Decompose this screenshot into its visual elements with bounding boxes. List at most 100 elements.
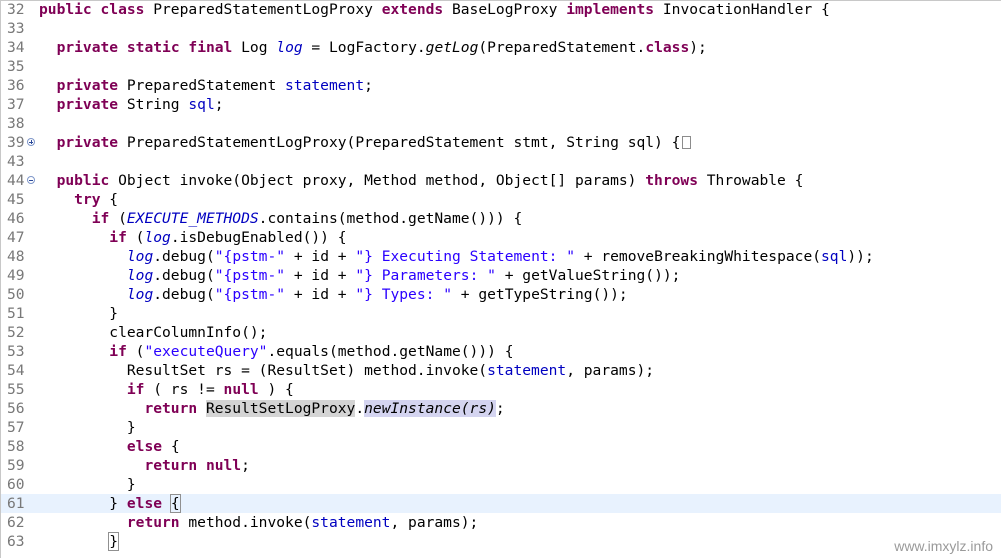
code-token-kw: class bbox=[100, 1, 145, 18]
code-token-kw: extends bbox=[381, 1, 444, 18]
code-token-str: "} Parameters: " bbox=[355, 267, 496, 284]
code-text: } bbox=[39, 304, 118, 323]
code-line[interactable]: 49 log.debug("{pstm-" + id + "} Paramete… bbox=[1, 266, 1001, 285]
line-number: 56 bbox=[7, 400, 25, 417]
code-line[interactable]: 34 private static final Log log = LogFac… bbox=[1, 38, 1001, 57]
code-line[interactable]: 46 if (EXECUTE_METHODS.contains(method.g… bbox=[1, 209, 1001, 228]
line-number: 37 bbox=[7, 96, 25, 113]
code-token-kw: if bbox=[109, 343, 127, 360]
code-line[interactable]: 47 if (log.isDebugEnabled()) { bbox=[1, 228, 1001, 247]
code-token: PreparedStatementLogProxy(PreparedStatem… bbox=[118, 134, 681, 151]
code-line[interactable]: 35 bbox=[1, 57, 1001, 76]
line-number: 47 bbox=[7, 229, 25, 246]
line-number: 58 bbox=[7, 438, 25, 455]
line-number: 57 bbox=[7, 419, 25, 436]
code-line[interactable]: 51 } bbox=[1, 304, 1001, 323]
code-token: BaseLogProxy bbox=[443, 1, 567, 18]
code-line[interactable]: 57 } bbox=[1, 418, 1001, 437]
line-number: 36 bbox=[7, 77, 25, 94]
code-line[interactable]: 39 private PreparedStatementLogProxy(Pre… bbox=[1, 133, 1001, 152]
code-text: public class PreparedStatementLogProxy e… bbox=[39, 1, 830, 19]
line-number: 60 bbox=[7, 476, 25, 493]
code-token-kw: static bbox=[126, 39, 180, 56]
code-token: Log bbox=[232, 39, 277, 56]
code-token: Throwable { bbox=[697, 172, 804, 189]
code-line[interactable]: 53 if ("executeQuery".equals(method.getN… bbox=[1, 342, 1001, 361]
line-number: 53 bbox=[7, 343, 25, 360]
code-editor[interactable]: 32 public class PreparedStatementLogProxy… bbox=[0, 0, 1001, 558]
expand-fold-icon[interactable] bbox=[27, 138, 35, 146]
code-token-sfld: log bbox=[144, 229, 171, 246]
code-token-kw: implements bbox=[566, 1, 655, 18]
code-token-brk: { bbox=[169, 494, 181, 513]
code-token: .equals(method.getName())) { bbox=[267, 343, 514, 360]
code-token: ; bbox=[214, 96, 224, 113]
code-line[interactable]: 33 bbox=[1, 19, 1001, 38]
line-number: 49 bbox=[7, 267, 25, 284]
text-caret bbox=[179, 495, 181, 511]
code-line[interactable]: 60 } bbox=[1, 475, 1001, 494]
collapse-fold-icon[interactable] bbox=[27, 176, 35, 184]
code-token-str: "executeQuery" bbox=[144, 343, 268, 360]
code-line[interactable]: 59 return null; bbox=[1, 456, 1001, 475]
code-text: try { bbox=[39, 190, 118, 209]
code-line[interactable]: 61 } else { bbox=[1, 494, 1001, 513]
code-line[interactable]: 54 ResultSet rs = (ResultSet) method.inv… bbox=[1, 361, 1001, 380]
code-line[interactable]: 62 return method.invoke(statement, param… bbox=[1, 513, 1001, 532]
code-line[interactable]: 50 log.debug("{pstm-" + id + "} Types: "… bbox=[1, 285, 1001, 304]
code-line[interactable]: 52 clearColumnInfo(); bbox=[1, 323, 1001, 342]
code-line[interactable]: 38 bbox=[1, 114, 1001, 133]
code-token-kw: private bbox=[56, 39, 119, 56]
code-line[interactable]: 43 bbox=[1, 152, 1001, 171]
code-token-fld: statement bbox=[311, 514, 391, 531]
code-line[interactable]: 55 if ( rs != null ) { bbox=[1, 380, 1001, 399]
code-text: else { bbox=[39, 437, 180, 456]
code-line[interactable]: 56 return ResultSetLogProxy.newInstance(… bbox=[1, 399, 1001, 418]
code-token-brk: } bbox=[108, 532, 120, 551]
code-text: } else { bbox=[39, 494, 181, 513]
line-number: 51 bbox=[7, 305, 25, 322]
line-number: 59 bbox=[7, 457, 25, 474]
code-token: ; bbox=[364, 77, 373, 94]
code-token: + removeBreakingWhitespace( bbox=[575, 248, 822, 265]
code-token: )); bbox=[847, 248, 874, 265]
code-token-kw: final bbox=[188, 39, 233, 56]
code-line[interactable]: 44 public Object invoke(Object proxy, Me… bbox=[1, 171, 1001, 190]
code-token-str: "} Executing Statement: " bbox=[355, 248, 575, 265]
code-line[interactable]: 36 private PreparedStatement statement; bbox=[1, 76, 1001, 95]
code-token: .contains(method.getName())) { bbox=[258, 210, 523, 227]
code-line[interactable]: 63 } bbox=[1, 532, 1001, 551]
code-line[interactable]: 48 log.debug("{pstm-" + id + "} Executin… bbox=[1, 247, 1001, 266]
line-number: 54 bbox=[7, 362, 25, 379]
code-token-sfld: log bbox=[276, 39, 303, 56]
code-token-kw: if bbox=[109, 229, 127, 246]
code-token: ); bbox=[689, 39, 707, 56]
code-text: } bbox=[39, 532, 120, 551]
code-token-kw: return bbox=[126, 514, 180, 531]
code-line[interactable]: 45 try { bbox=[1, 190, 1001, 209]
code-token-kw: else bbox=[126, 438, 163, 455]
code-line[interactable]: 58 else { bbox=[1, 437, 1001, 456]
code-token-fld: statement bbox=[487, 362, 567, 379]
line-number: 32 bbox=[7, 1, 25, 18]
code-line[interactable]: 37 private String sql; bbox=[1, 95, 1001, 114]
code-token: , params); bbox=[390, 514, 479, 531]
code-text: if ("executeQuery".equals(method.getName… bbox=[39, 342, 513, 361]
code-token-str: "} Types: " bbox=[355, 286, 452, 303]
line-number: 52 bbox=[7, 324, 25, 341]
code-token-occ2: newInstance(rs) bbox=[364, 400, 496, 417]
code-line[interactable]: 32 public class PreparedStatementLogProxy… bbox=[1, 1, 1001, 19]
code-token: ResultSet rs = (ResultSet) method.invoke… bbox=[39, 362, 488, 379]
code-token-sfld: log bbox=[126, 286, 154, 303]
collapsed-block-icon[interactable] bbox=[682, 136, 692, 149]
line-number: 48 bbox=[7, 248, 25, 265]
